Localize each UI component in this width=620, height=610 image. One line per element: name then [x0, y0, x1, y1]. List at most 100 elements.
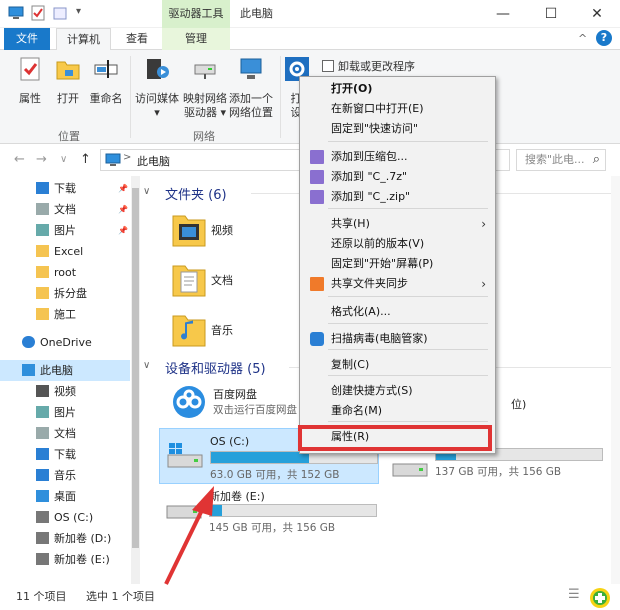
nav-scrollbar[interactable]	[131, 176, 140, 584]
sidebar-item[interactable]: 此电脑	[0, 360, 130, 381]
maximize-button[interactable]: ☐	[528, 0, 574, 28]
search-input[interactable]: 搜索"此电... ⌕	[516, 149, 606, 171]
new-folder-quick-icon[interactable]	[52, 5, 68, 21]
context-menu-item[interactable]: 创建快捷方式(S)	[301, 381, 494, 401]
archive-icon	[310, 150, 324, 164]
sidebar-item[interactable]: 音乐	[0, 465, 130, 486]
nav-scrollbar-thumb[interactable]	[132, 188, 139, 548]
context-menu-item[interactable]: 复制(C)	[301, 355, 494, 375]
sidebar-item[interactable]: 图片	[0, 402, 130, 423]
sidebar-item[interactable]: 桌面	[0, 486, 130, 507]
properties-highlight-box	[298, 425, 492, 451]
archive-icon	[310, 190, 324, 204]
sidebar-item-label: 音乐	[54, 469, 76, 482]
uninstall-icon	[322, 60, 334, 72]
context-menu-item[interactable]: 格式化(A)...	[301, 302, 494, 322]
sidebar-item-label: 新加卷 (D:)	[54, 532, 112, 545]
context-menu-label: 共享(H)	[331, 217, 370, 230]
context-menu-item[interactable]: 固定到"开始"屏幕(P)	[301, 254, 494, 274]
access-media-label: 访问媒体	[135, 92, 179, 105]
sidebar-item[interactable]: 新加卷 (E:)	[0, 549, 130, 570]
context-menu-item[interactable]: 添加到压缩包...	[301, 147, 494, 167]
sidebar-item[interactable]: 下载 📌	[0, 178, 130, 199]
properties-button[interactable]: 属性	[12, 56, 48, 106]
open-button[interactable]: 打开	[50, 56, 86, 106]
context-menu-item[interactable]: 打开(O)	[301, 79, 494, 99]
sidebar-item[interactable]: 施工	[0, 304, 130, 325]
context-menu-item[interactable]: 添加到 "C_.7z"	[301, 167, 494, 187]
collapse-group-icon[interactable]: ∨	[143, 186, 150, 197]
tab-file[interactable]: 文件	[4, 28, 50, 50]
tab-manage[interactable]: 管理	[162, 28, 230, 50]
customize-quick-access-icon[interactable]: ▾	[76, 6, 81, 17]
rename-label: 重命名	[89, 92, 123, 105]
sidebar-item-label: Excel	[54, 245, 84, 258]
group-separator	[280, 56, 281, 138]
sidebar-item[interactable]: 新加卷 (D:)	[0, 528, 130, 549]
rename-button[interactable]: 重命名	[86, 56, 126, 106]
context-menu-item[interactable]: 扫描病毒(电脑管家)	[301, 329, 494, 349]
access-media-icon	[147, 59, 169, 79]
drive-tools-context-header: 驱动器工具	[162, 0, 230, 28]
collapse-ribbon-icon[interactable]: ^	[578, 32, 587, 45]
rename-icon	[94, 60, 118, 78]
context-menu-item[interactable]: 共享文件夹同步 ›	[301, 274, 494, 294]
network-location-icon	[240, 58, 262, 79]
minimize-button[interactable]: —	[480, 0, 526, 28]
sidebar-item[interactable]: OneDrive	[0, 332, 130, 353]
access-media-button[interactable]: 访问媒体 ▾	[134, 56, 180, 120]
collapse-group-icon[interactable]: ∨	[143, 360, 150, 371]
drive-icon	[392, 463, 428, 477]
uninstall-programs-button[interactable]: 卸载或更改程序	[322, 58, 415, 74]
up-button[interactable]: ↑	[80, 152, 91, 167]
devices-section-header[interactable]: 设备和驱动器 (5)	[165, 358, 266, 377]
sidebar-item[interactable]: 文档	[0, 423, 130, 444]
folders-section-header[interactable]: 文件夹 (6)	[165, 184, 227, 203]
close-button[interactable]: ✕	[574, 0, 620, 28]
properties-label: 属性	[19, 92, 41, 105]
menu-separator	[328, 421, 488, 422]
sidebar-item-label: 文档	[54, 427, 76, 440]
context-menu-item[interactable]: 还原以前的版本(V)	[301, 234, 494, 254]
search-icon[interactable]: ⌕	[593, 150, 600, 170]
context-menu-item[interactable]: 重命名(M)	[301, 401, 494, 421]
sidebar-item[interactable]: Excel	[0, 241, 130, 262]
sidebar-item-label: 图片	[54, 224, 76, 237]
sidebar-item[interactable]: 拆分盘	[0, 283, 130, 304]
map-network-drive-button[interactable]: 映射网络 驱动器 ▾	[182, 56, 228, 120]
forward-button[interactable]: →	[36, 152, 47, 167]
context-menu-label: 还原以前的版本(V)	[331, 237, 425, 250]
sidebar-item-label: OS (C:)	[54, 511, 94, 524]
address-path[interactable]: 此电脑	[137, 153, 170, 169]
add-network-location-button[interactable]: 添加一个 网络位置	[228, 56, 274, 120]
back-button[interactable]: ←	[14, 152, 25, 167]
recent-locations-button[interactable]: ∨	[60, 154, 67, 165]
documents-icon	[36, 427, 49, 439]
sidebar-item[interactable]: root	[0, 262, 130, 283]
context-menu-item[interactable]: 固定到"快速访问"	[301, 119, 494, 139]
sidebar-item[interactable]: 图片 📌	[0, 220, 130, 241]
properties-quick-icon[interactable]	[30, 5, 46, 21]
sidebar-item[interactable]: 视频	[0, 381, 130, 402]
content-scrollbar[interactable]	[611, 176, 620, 584]
sidebar-item[interactable]: 文档 📌	[0, 199, 130, 220]
context-menu-item[interactable]: 在新窗口中打开(E)	[301, 99, 494, 119]
pin-icon[interactable]: 📌	[118, 199, 128, 220]
pin-icon[interactable]: 📌	[118, 220, 128, 241]
sidebar-item[interactable]: OS (C:)	[0, 507, 130, 528]
drive-icon	[36, 553, 49, 565]
help-icon[interactable]: ?	[596, 30, 612, 46]
context-menu-label: 格式化(A)...	[331, 305, 391, 318]
tab-view[interactable]: 查看	[116, 28, 158, 50]
details-view-icon[interactable]: ☰	[568, 587, 580, 602]
sidebar-item[interactable]: 下载	[0, 444, 130, 465]
drive-partial-label[interactable]: 位)	[511, 396, 526, 412]
tab-computer[interactable]: 计算机	[56, 28, 111, 51]
path-separator-icon[interactable]: >	[123, 152, 131, 163]
folder-icon	[36, 266, 49, 278]
pin-icon[interactable]: 📌	[118, 178, 128, 199]
downloads-icon	[36, 182, 49, 194]
sidebar-item-label: 下载	[54, 448, 76, 461]
context-menu-item[interactable]: 添加到 "C_.zip"	[301, 187, 494, 207]
context-menu-item[interactable]: 共享(H) ›	[301, 214, 494, 234]
